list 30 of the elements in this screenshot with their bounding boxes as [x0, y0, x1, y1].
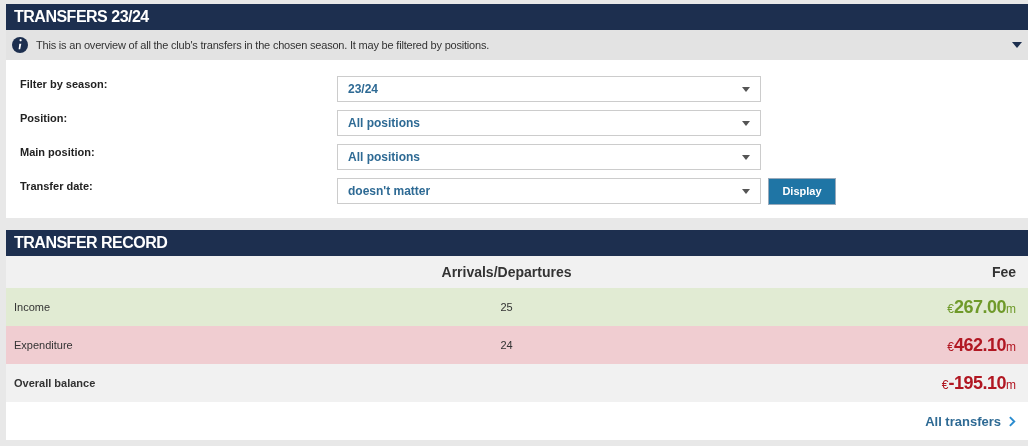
caret-icon — [742, 120, 750, 126]
count-cell: 25 — [500, 301, 513, 313]
caret-icon — [742, 188, 750, 194]
info-text: This is an overview of all the club's transfers in the chosen season. It may be filtered by positions. — [36, 39, 491, 51]
filter-label: Filter by season: — [20, 77, 109, 90]
column-header: Arrivals/Departures — [440, 264, 573, 280]
info-icon — [12, 37, 28, 53]
panel-title: TRANSFERS 23/24 — [6, 4, 1028, 30]
dropdown-field[interactable]: All positions — [337, 110, 761, 136]
fee-cell: €267.00m — [947, 296, 1016, 318]
count-cell: 24 — [500, 339, 513, 351]
dropdown-field[interactable]: doesn't matter — [337, 178, 761, 204]
panel-title: TRANSFER RECORD — [6, 230, 1028, 256]
row-label: Expenditure — [14, 339, 73, 351]
fee-cell: €-195.10m — [941, 372, 1016, 394]
all-transfers-link[interactable]: All transfers — [925, 413, 1016, 429]
display-button[interactable]: Display — [768, 177, 836, 205]
filter-label: Main position: — [20, 145, 96, 158]
filter-label: Transfer date: — [20, 179, 94, 192]
caret-icon — [742, 154, 750, 160]
fee-cell: €462.10m — [947, 334, 1016, 356]
row-label: Income — [14, 301, 51, 313]
caret-icon — [742, 86, 750, 92]
dropdown-field[interactable]: 23/24 — [337, 76, 761, 102]
row-label: Overall balance — [14, 377, 96, 389]
chevron-right-icon — [1009, 415, 1016, 427]
filter-label: Position: — [20, 111, 69, 124]
collapse-caret-icon[interactable] — [1012, 42, 1022, 48]
dropdown-field[interactable]: All positions — [337, 144, 761, 170]
column-header: Fee — [990, 264, 1016, 280]
